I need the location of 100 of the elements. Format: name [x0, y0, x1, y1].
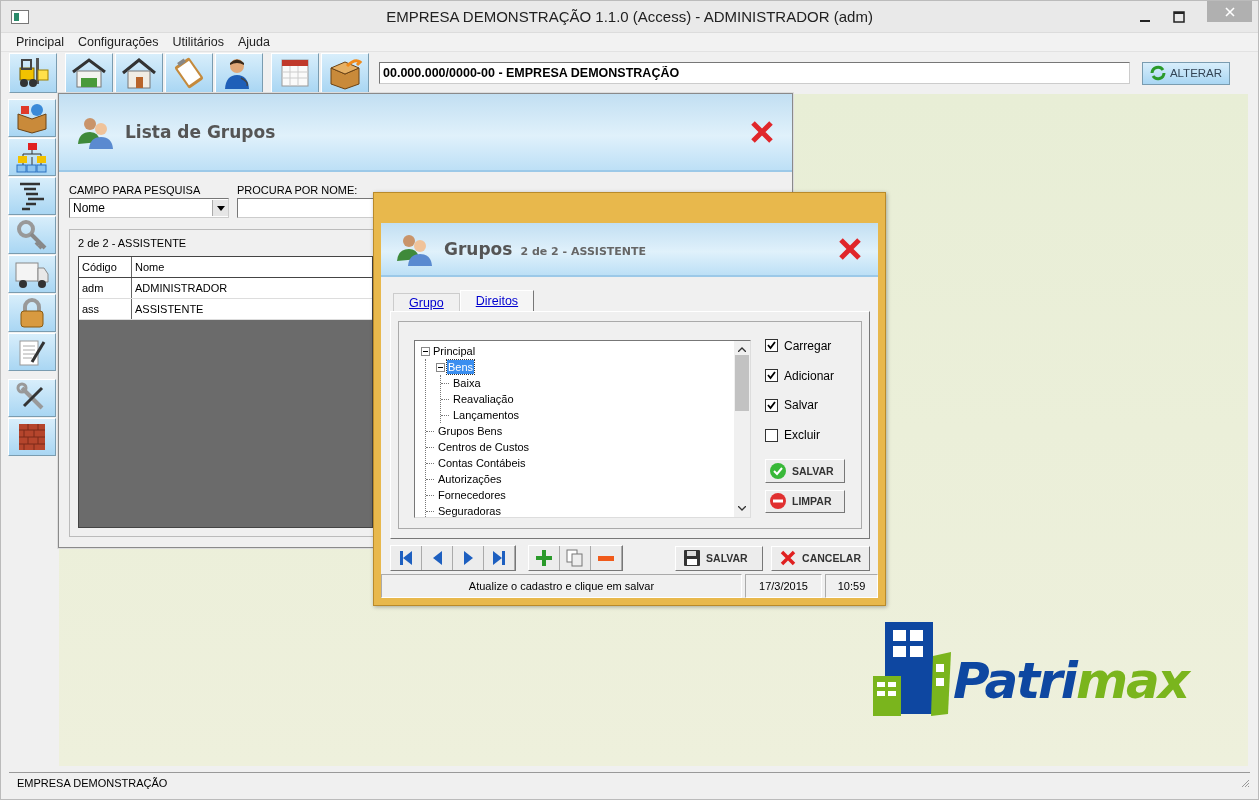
tree-item[interactable]: Contas Contábeis — [437, 456, 527, 470]
copy-icon — [566, 549, 584, 567]
toolbar-button[interactable] — [115, 53, 163, 93]
scroll-up-icon[interactable] — [738, 347, 746, 352]
field-label: CAMPO PARA PESQUISA — [69, 184, 202, 196]
last-record-icon — [493, 551, 505, 565]
warehouse-icon — [71, 56, 107, 90]
record-info: 2 de 2 - ASSISTENTE — [78, 237, 188, 249]
org-chart-icon — [15, 141, 49, 173]
window-heading: Lista de Grupos — [125, 122, 276, 142]
sidebar-button[interactable] — [8, 177, 56, 215]
collapse-icon[interactable] — [421, 346, 430, 356]
toolbar-button[interactable] — [9, 53, 57, 93]
sidebar-button[interactable] — [8, 379, 56, 417]
search-field-dropdown[interactable]: Nome — [69, 198, 229, 218]
status-time: 10:59 — [825, 574, 878, 598]
tree-item[interactable]: Principal — [432, 344, 477, 358]
sidebar-button[interactable] — [8, 333, 56, 371]
table-cell: ass — [79, 299, 132, 319]
previous-record-icon — [432, 551, 442, 565]
collapse-icon[interactable] — [436, 362, 445, 372]
tree-item[interactable]: Grupos Bens — [437, 424, 504, 438]
sidebar-button[interactable] — [8, 99, 56, 137]
checkbox[interactable] — [765, 428, 778, 442]
dialog-title: Grupos — [444, 239, 513, 259]
minus-circle-icon — [770, 493, 786, 510]
tree-item[interactable]: Seguradoras — [437, 504, 502, 517]
tree-item[interactable]: Baixa — [452, 376, 482, 390]
checkbox[interactable] — [765, 399, 778, 412]
tab[interactable]: Grupo — [393, 293, 460, 311]
checkbox-label: Excluir — [784, 428, 820, 443]
record-action-button[interactable] — [529, 546, 560, 570]
company-field[interactable]: 00.000.000/0000-00 - EMPRESA DEMONSTRAÇÃO — [379, 62, 1130, 84]
window-title: EMPRESA DEMONSTRAÇÃO 1.1.0 (Access) - ADMINISTRADOR (adm) — [385, 8, 874, 25]
plus-icon — [536, 550, 552, 566]
toolbar-button[interactable] — [271, 53, 319, 93]
checkbox-label: Carregar — [784, 338, 832, 353]
menu-item[interactable]: Principal — [16, 35, 64, 49]
maximize-icon[interactable] — [1173, 10, 1185, 23]
save-button[interactable]: SALVAR — [765, 459, 845, 483]
close-icon[interactable] — [750, 120, 774, 144]
clear-button[interactable]: LIMPAR — [765, 489, 845, 513]
first-record-icon — [400, 551, 412, 565]
status-date: 17/3/2015 — [745, 574, 822, 598]
package-icon — [15, 102, 49, 134]
checkbox[interactable] — [765, 369, 778, 383]
resize-grip-icon[interactable] — [1240, 778, 1250, 788]
house-icon — [121, 56, 157, 90]
close-icon[interactable] — [838, 237, 862, 261]
cross-icon — [780, 550, 797, 566]
tree-item[interactable]: Fornecedores — [437, 488, 507, 502]
tree-item[interactable]: Reavaliação — [452, 392, 515, 406]
toolbar-button[interactable] — [321, 53, 369, 93]
menu-item[interactable]: Ajuda — [237, 35, 270, 49]
navigation-button[interactable] — [484, 546, 515, 570]
navigation-button[interactable] — [391, 546, 422, 570]
cancel-button[interactable]: CANCELAR — [771, 545, 870, 571]
minus-icon — [598, 555, 614, 561]
table-cell-text: ASSISTENTE — [134, 302, 205, 317]
scrollbar[interactable] — [734, 341, 750, 517]
name-search-field[interactable] — [237, 198, 375, 218]
column-header: Código — [79, 257, 132, 277]
navigation-button[interactable] — [453, 546, 484, 570]
field-label: PROCURA POR NOME: — [237, 184, 359, 196]
refresh-icon — [1149, 65, 1166, 81]
status-message: Atualize o cadastro e clique em salvar — [381, 574, 742, 598]
close-icon — [1224, 6, 1235, 17]
sidebar-button[interactable] — [8, 418, 56, 456]
navigation-button[interactable] — [422, 546, 453, 570]
column-header: Nome — [134, 260, 166, 275]
brick-wall-icon — [16, 421, 48, 453]
table-cell-text: ADMINISTRADOR — [134, 281, 229, 296]
table-cell: adm — [79, 278, 132, 298]
forklift-icon — [16, 56, 50, 90]
logo-wordmark: Patrimax — [953, 652, 1188, 710]
box-icon — [327, 56, 363, 90]
tab[interactable]: Direitos — [459, 290, 535, 311]
save-button[interactable]: SALVAR — [675, 545, 764, 571]
checkbox[interactable] — [765, 339, 778, 353]
tree-item[interactable]: Lançamentos — [452, 408, 521, 422]
toolbar-button[interactable] — [215, 53, 263, 93]
checkbox-label: Salvar — [784, 398, 818, 413]
calendar-icon — [279, 57, 311, 89]
tree-item[interactable]: Autorizações — [437, 472, 503, 486]
check-circle-icon — [770, 462, 786, 479]
sidebar-button[interactable] — [8, 255, 56, 293]
tree-item[interactable]: Centros de Custos — [437, 440, 531, 454]
dropdown-arrow-icon — [216, 205, 225, 211]
buildings-logo-icon — [873, 622, 951, 718]
menu-item[interactable]: Utilitários — [172, 35, 224, 49]
record-action-button[interactable] — [591, 546, 622, 570]
dialog-subtitle: 2 de 2 - ASSISTENTE — [520, 244, 647, 258]
checkbox-label: Adicionar — [784, 368, 835, 383]
scroll-down-icon[interactable] — [738, 506, 746, 511]
key-icon — [16, 219, 48, 251]
toolbar-button[interactable] — [65, 53, 113, 93]
menu-item[interactable]: Configurações — [77, 35, 159, 49]
app-icon — [11, 9, 29, 24]
next-record-icon — [463, 551, 473, 565]
change-button[interactable]: ALTERAR — [1142, 61, 1230, 85]
